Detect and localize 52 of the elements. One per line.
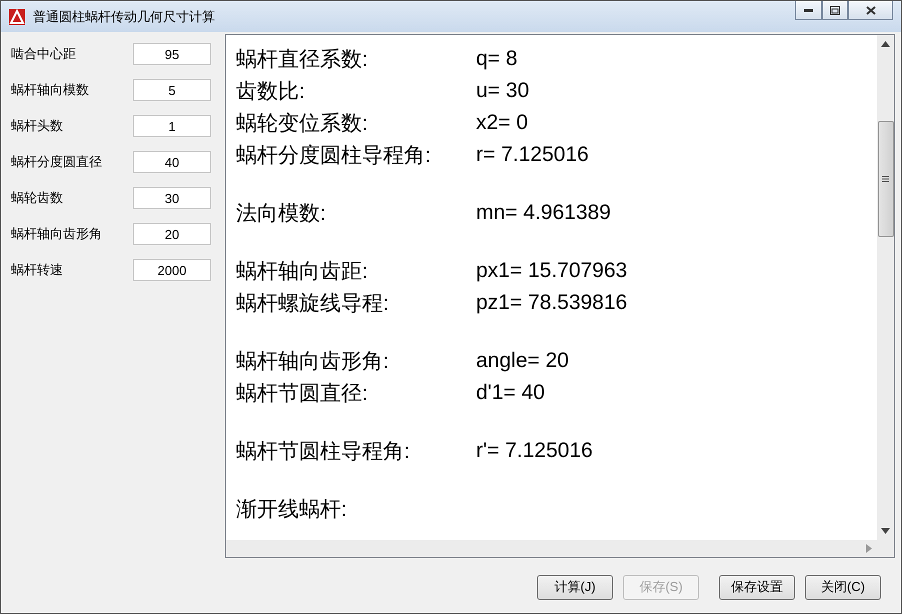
close-icon bbox=[866, 6, 876, 14]
result-label: 齿数比: bbox=[236, 79, 306, 105]
close-button[interactable] bbox=[848, 1, 893, 20]
minimize-button[interactable] bbox=[795, 1, 822, 20]
result-label: 蜗杆分度圆柱导程角: bbox=[236, 143, 432, 169]
field-label: 啮合中心距 bbox=[11, 46, 76, 63]
app-logo-icon bbox=[9, 8, 25, 24]
field-label: 蜗杆分度圆直径 bbox=[11, 154, 102, 171]
input-field[interactable]: 20 bbox=[133, 223, 211, 245]
scroll-thumb[interactable] bbox=[878, 121, 894, 237]
result-label: 蜗杆节圆柱导程角: bbox=[236, 439, 411, 465]
scroll-down-icon[interactable] bbox=[881, 528, 890, 534]
result-value: d'1= 40 bbox=[476, 381, 545, 405]
result-value: r= 7.125016 bbox=[476, 143, 589, 167]
input-field[interactable]: 1 bbox=[133, 115, 211, 137]
result-label: 蜗杆轴向齿距: bbox=[236, 259, 369, 285]
action-button[interactable]: 计算(J) bbox=[537, 574, 613, 600]
result-label: 渐开线蜗杆: bbox=[236, 497, 348, 523]
minimize-icon bbox=[804, 8, 813, 12]
result-label: 蜗轮变位系数: bbox=[236, 111, 369, 137]
horizontal-scrollbar[interactable] bbox=[226, 540, 894, 557]
input-field[interactable]: 2000 bbox=[133, 259, 211, 281]
input-field[interactable]: 95 bbox=[133, 43, 211, 65]
result-value: angle= 20 bbox=[476, 349, 569, 373]
field-label: 蜗杆头数 bbox=[11, 118, 63, 135]
result-value: u= 30 bbox=[476, 79, 530, 103]
result-label: 蜗杆螺旋线导程: bbox=[236, 291, 390, 317]
maximize-button[interactable] bbox=[822, 1, 848, 20]
result-label: 蜗杆轴向齿形角: bbox=[236, 349, 390, 375]
window-title: 普通圆柱蜗杆传动几何尺寸计算 bbox=[33, 8, 216, 26]
vertical-scrollbar[interactable] bbox=[877, 35, 894, 540]
result-value: q= 8 bbox=[476, 47, 518, 71]
field-label: 蜗杆轴向模数 bbox=[11, 82, 89, 99]
action-button[interactable]: 关闭(C) bbox=[805, 574, 881, 600]
scroll-up-icon[interactable] bbox=[881, 41, 890, 47]
grip-icon bbox=[882, 176, 889, 182]
result-label: 法向模数: bbox=[236, 201, 327, 227]
action-button[interactable]: 保存设置 bbox=[719, 574, 795, 600]
field-label: 蜗杆转速 bbox=[11, 262, 63, 279]
input-field[interactable]: 5 bbox=[133, 79, 211, 101]
result-value: px1= 15.707963 bbox=[476, 259, 628, 283]
field-label: 蜗杆轴向齿形角 bbox=[11, 226, 102, 243]
maximize-icon bbox=[830, 6, 840, 14]
result-label: 蜗杆节圆直径: bbox=[236, 381, 369, 407]
result-value: x2= 0 bbox=[476, 111, 528, 135]
result-value: mn= 4.961389 bbox=[476, 201, 611, 225]
input-field[interactable]: 30 bbox=[133, 187, 211, 209]
result-label: 蜗杆直径系数: bbox=[236, 47, 369, 73]
result-value: r'= 7.125016 bbox=[476, 439, 593, 463]
result-value: pz1= 78.539816 bbox=[476, 291, 628, 315]
field-label: 蜗轮齿数 bbox=[11, 190, 63, 207]
input-field[interactable]: 40 bbox=[133, 151, 211, 173]
